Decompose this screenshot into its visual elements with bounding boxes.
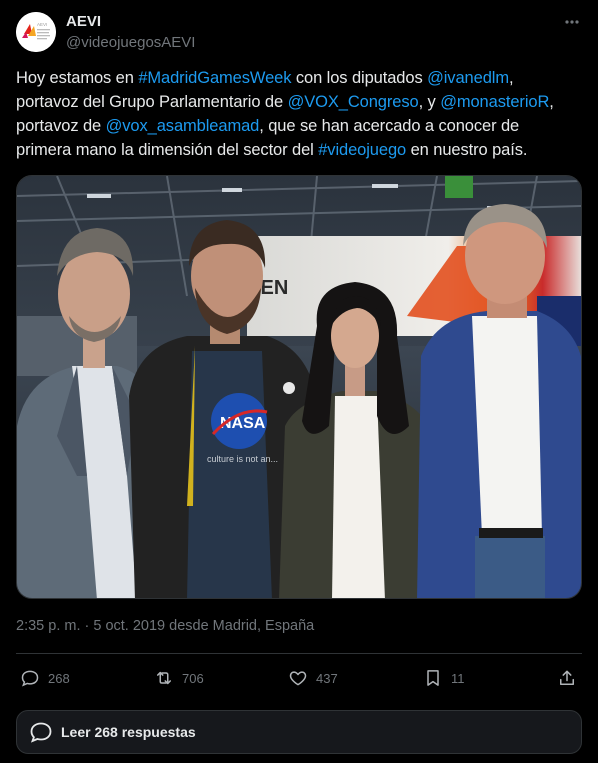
mention-link[interactable]: @ivanedlm <box>427 69 509 87</box>
tweet-text-segment: con los diputados <box>291 69 428 87</box>
tweet-photo[interactable]: IEN NASA culture is not an... <box>16 175 582 599</box>
retweet-count: 706 <box>182 670 204 686</box>
hashtag-link[interactable]: #videojuego <box>318 141 406 159</box>
aevi-logo-icon: AEVI <box>16 12 56 52</box>
tweet-text-segment: en nuestro país. <box>406 141 528 159</box>
tweet-text-segment: Hoy estamos en <box>16 69 139 87</box>
read-replies-button[interactable]: Leer 268 respuestas <box>16 710 582 754</box>
mention-link[interactable]: @monasterioR <box>440 93 549 111</box>
more-dots-icon <box>565 20 579 24</box>
nasa-logo-text: NASA <box>220 415 266 432</box>
bookmark-button[interactable]: 11 <box>423 666 465 690</box>
mention-link[interactable]: @vox_asambleamad <box>106 117 260 135</box>
account-handle[interactable]: @videojuegosAEVI <box>66 34 195 52</box>
avatar[interactable]: AEVI <box>16 12 56 52</box>
account-name[interactable]: AEVI <box>66 13 101 31</box>
heart-icon <box>289 671 307 686</box>
tweet-text-segment: , que se han acercado a conocer de <box>259 117 520 135</box>
tweet-text-segment: , <box>549 93 554 111</box>
reply-bubble-icon <box>30 722 52 743</box>
tweet-text-segment: portavoz de <box>16 117 106 135</box>
read-replies-label: Leer 268 respuestas <box>61 724 196 740</box>
tweet-text-segment: , <box>508 69 514 87</box>
like-count: 437 <box>316 670 338 686</box>
tweet-text-segment: portavoz del Grupo Parlamentario de <box>16 93 288 111</box>
tweet-text-segment: , y <box>418 93 441 111</box>
shirt-subtext: culture is not an... <box>207 454 278 464</box>
reply-icon <box>21 670 39 687</box>
tweet-text-line: primera mano la dimensión del sector del… <box>16 138 582 162</box>
hashtag-link[interactable]: #MadridGamesWeek <box>138 69 291 87</box>
share-button[interactable] <box>557 666 585 690</box>
share-icon <box>560 670 574 685</box>
more-options-button[interactable] <box>560 14 584 30</box>
tweet-text: Hoy estamos en #MadridGamesWeek con los … <box>16 66 582 162</box>
bookmark-count: 11 <box>451 670 465 686</box>
retweet-icon <box>157 671 171 685</box>
tweet-text-line: portavoz de @vox_asambleamad, que se han… <box>16 114 582 138</box>
reply-count: 268 <box>48 670 70 686</box>
reply-button[interactable]: 268 <box>20 666 70 690</box>
group-photo: IEN NASA culture is not an... <box>17 176 581 598</box>
mention-link[interactable]: @VOX_Congreso <box>288 93 419 111</box>
bookmark-icon <box>427 670 439 686</box>
svg-text:AEVI: AEVI <box>37 22 47 27</box>
tweet-text-segment: primera mano la dimensión del sector del <box>16 141 319 159</box>
tweet: AEVI AEVI @videojuegosAEVI Hoy estamos e… <box>0 0 598 763</box>
tweet-text-line: portavoz del Grupo Parlamentario de @VOX… <box>16 90 582 114</box>
divider-top <box>16 653 582 654</box>
like-button[interactable]: 437 <box>288 666 338 690</box>
retweet-button[interactable]: 706 <box>154 666 204 690</box>
tweet-text-line: Hoy estamos en #MadridGamesWeek con los … <box>16 66 582 90</box>
tweet-timestamp[interactable]: 2:35 p. m. · 5 oct. 2019 desde Madrid, E… <box>16 616 314 636</box>
